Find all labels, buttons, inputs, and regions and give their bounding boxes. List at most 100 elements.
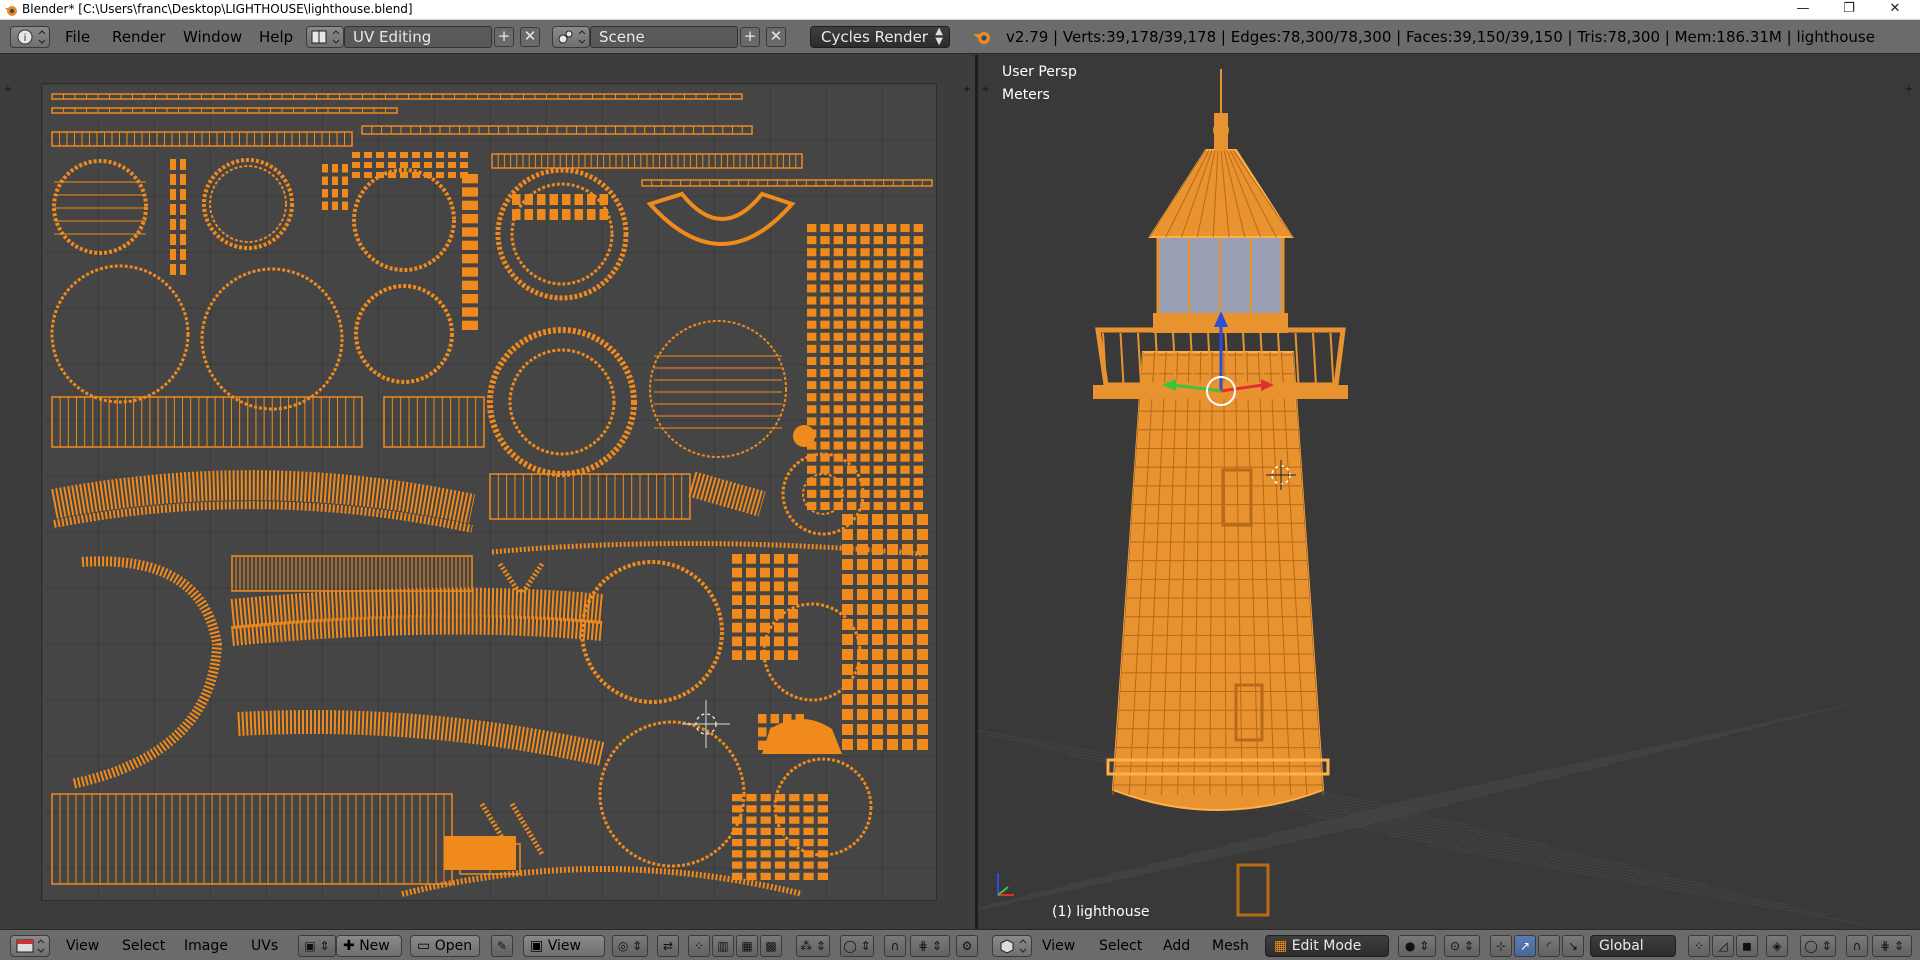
uv-layout[interactable] bbox=[42, 84, 938, 902]
screen-layout-browse-button[interactable] bbox=[306, 26, 344, 48]
edge-select-button[interactable]: ◿ bbox=[1712, 935, 1734, 957]
uv-island bbox=[860, 453, 870, 462]
uv-island bbox=[760, 609, 770, 619]
uv-face-select-button[interactable]: ▦ bbox=[736, 935, 758, 957]
uv-image-editor[interactable]: + + bbox=[0, 55, 975, 929]
manipulator-toggle[interactable]: ⊹ bbox=[1490, 935, 1512, 957]
snap-element-dropdown[interactable]: ⋕ ⇕ bbox=[910, 935, 950, 957]
view3d-menu-add[interactable]: Add bbox=[1163, 938, 1190, 954]
uv-island bbox=[549, 194, 558, 205]
rotate-manipulator-button[interactable]: ◜ bbox=[1538, 935, 1560, 957]
transform-orientation-dropdown[interactable]: Global bbox=[1590, 935, 1676, 957]
uv-sync-button[interactable]: ⇄ bbox=[657, 935, 679, 957]
snapping-button[interactable]: ∩ bbox=[1846, 935, 1868, 957]
proportional-edit-dropdown[interactable]: ◯ ⇕ bbox=[840, 935, 874, 957]
uv-island-select-button[interactable]: ▩ bbox=[760, 935, 782, 957]
area-split-handle[interactable]: + bbox=[3, 85, 13, 95]
viewport-shading-dropdown[interactable]: ● ⇕ bbox=[1398, 935, 1436, 957]
snap-target-dropdown[interactable]: ⋕ ⇕ bbox=[1872, 935, 1912, 957]
viewport-scene[interactable] bbox=[978, 55, 1920, 929]
uv-island bbox=[817, 850, 828, 858]
uv-island bbox=[820, 393, 830, 402]
ground-grid-line bbox=[1267, 734, 1729, 836]
blender-window: Blender* [C:\Users\franc\Desktop\LIGHTHO… bbox=[0, 0, 1920, 960]
view3d-editor-type-button[interactable] bbox=[992, 935, 1032, 957]
uv-island bbox=[913, 453, 923, 462]
uv-editor-type-button[interactable] bbox=[10, 935, 50, 957]
uv-menu-select[interactable]: Select bbox=[122, 938, 165, 954]
screen-layout-field[interactable]: UV Editing bbox=[344, 26, 492, 48]
face-select-button[interactable]: ◼ bbox=[1736, 935, 1758, 957]
pivot-icon: ◎ ⇕ bbox=[617, 939, 643, 953]
uv-edge-select-button[interactable]: ▥ bbox=[712, 935, 734, 957]
uv-island bbox=[342, 189, 348, 198]
uv-island bbox=[774, 636, 784, 647]
uv-extra-button[interactable]: ⚙ bbox=[956, 935, 978, 957]
pivot-dropdown[interactable]: ◎ ⇕ bbox=[612, 935, 648, 957]
uv-cap bbox=[762, 719, 842, 754]
proportional-edit-icon: ◯ ⇕ bbox=[843, 939, 871, 953]
3d-viewport[interactable]: + + User Persp Meters (1) lighthouse bbox=[978, 55, 1920, 929]
railing-post bbox=[1294, 332, 1300, 386]
uv-menu-uvs[interactable]: UVs bbox=[251, 938, 278, 954]
scene-browse-button[interactable] bbox=[552, 26, 590, 48]
view3d-menu-select[interactable]: Select bbox=[1099, 938, 1142, 954]
image-mode-dropdown[interactable]: ▣ View bbox=[523, 935, 605, 957]
uv-island bbox=[900, 405, 910, 414]
menu-file[interactable]: File bbox=[65, 28, 90, 46]
close-window-button[interactable]: ✕ bbox=[1872, 0, 1918, 20]
new-image-button[interactable]: ✚ New bbox=[336, 935, 402, 957]
uv-island bbox=[860, 429, 870, 438]
ground-grid-line bbox=[1387, 704, 1849, 806]
uv-island bbox=[180, 249, 186, 260]
manipulator-icon: ⊹ bbox=[1495, 939, 1507, 953]
scene-field[interactable]: Scene bbox=[590, 26, 738, 48]
uv-island bbox=[833, 248, 843, 257]
uv-island bbox=[887, 441, 897, 450]
uv-island bbox=[873, 296, 883, 305]
add-scene-button[interactable]: + bbox=[740, 27, 760, 47]
uv-vertex-select-button[interactable]: ⁘ bbox=[688, 935, 710, 957]
uv-island bbox=[598, 720, 746, 868]
add-screen-button[interactable]: + bbox=[494, 27, 514, 47]
pin-button[interactable]: ✎ bbox=[491, 935, 513, 957]
uv-menu-image[interactable]: Image bbox=[184, 938, 228, 954]
uv-canvas[interactable] bbox=[41, 83, 937, 901]
uv-island bbox=[900, 236, 910, 245]
menu-help[interactable]: Help bbox=[259, 28, 293, 46]
menu-window[interactable]: Window bbox=[183, 28, 242, 46]
add-icon: + bbox=[497, 27, 511, 45]
info-editor-type-button[interactable]: i bbox=[10, 26, 50, 48]
limit-selection-button[interactable]: ◈ bbox=[1766, 935, 1788, 957]
area-split-handle[interactable]: + bbox=[962, 85, 972, 95]
sticky-select-dropdown[interactable]: ⁂ ⇕ bbox=[796, 935, 830, 957]
open-image-button[interactable]: ▭ Open bbox=[410, 935, 480, 957]
render-engine-dropdown[interactable]: Cycles Render ▲ ▼ bbox=[810, 26, 950, 48]
menu-render[interactable]: Render bbox=[112, 28, 165, 46]
manipulator-translate-icon: ↗ bbox=[1519, 939, 1531, 953]
view3d-menu-mesh[interactable]: Mesh bbox=[1212, 938, 1249, 954]
uv-menu-view[interactable]: View bbox=[66, 938, 99, 954]
delete-screen-button[interactable]: ✕ bbox=[520, 27, 540, 47]
vertex-select-button[interactable]: ⁘ bbox=[1688, 935, 1710, 957]
uv-island bbox=[860, 441, 870, 450]
delete-scene-button[interactable]: ✕ bbox=[766, 27, 786, 47]
uv-island bbox=[789, 827, 800, 835]
view3d-menu-view[interactable]: View bbox=[1042, 938, 1075, 954]
minimize-button[interactable]: — bbox=[1780, 0, 1826, 20]
uv-island bbox=[460, 162, 468, 168]
scale-manipulator-button[interactable]: ↘ bbox=[1562, 935, 1584, 957]
uv-island bbox=[913, 296, 923, 305]
uv-island bbox=[817, 872, 828, 880]
uv-island bbox=[774, 861, 786, 869]
mode-dropdown[interactable]: ▦ Edit Mode bbox=[1265, 935, 1389, 957]
uv-island bbox=[887, 260, 897, 269]
uv-island bbox=[322, 164, 328, 173]
pivot-point-dropdown[interactable]: ⊙ ⇕ bbox=[1444, 935, 1480, 957]
uv-island bbox=[820, 344, 830, 353]
maximize-button[interactable]: ❐ bbox=[1826, 0, 1872, 20]
image-browse-button[interactable]: ▣ ⇕ bbox=[298, 935, 336, 957]
snap-button[interactable]: ∩ bbox=[884, 935, 906, 957]
proportional-editing-dropdown[interactable]: ◯ ⇕ bbox=[1800, 935, 1836, 957]
translate-manipulator-button[interactable]: ↗ bbox=[1514, 935, 1536, 957]
